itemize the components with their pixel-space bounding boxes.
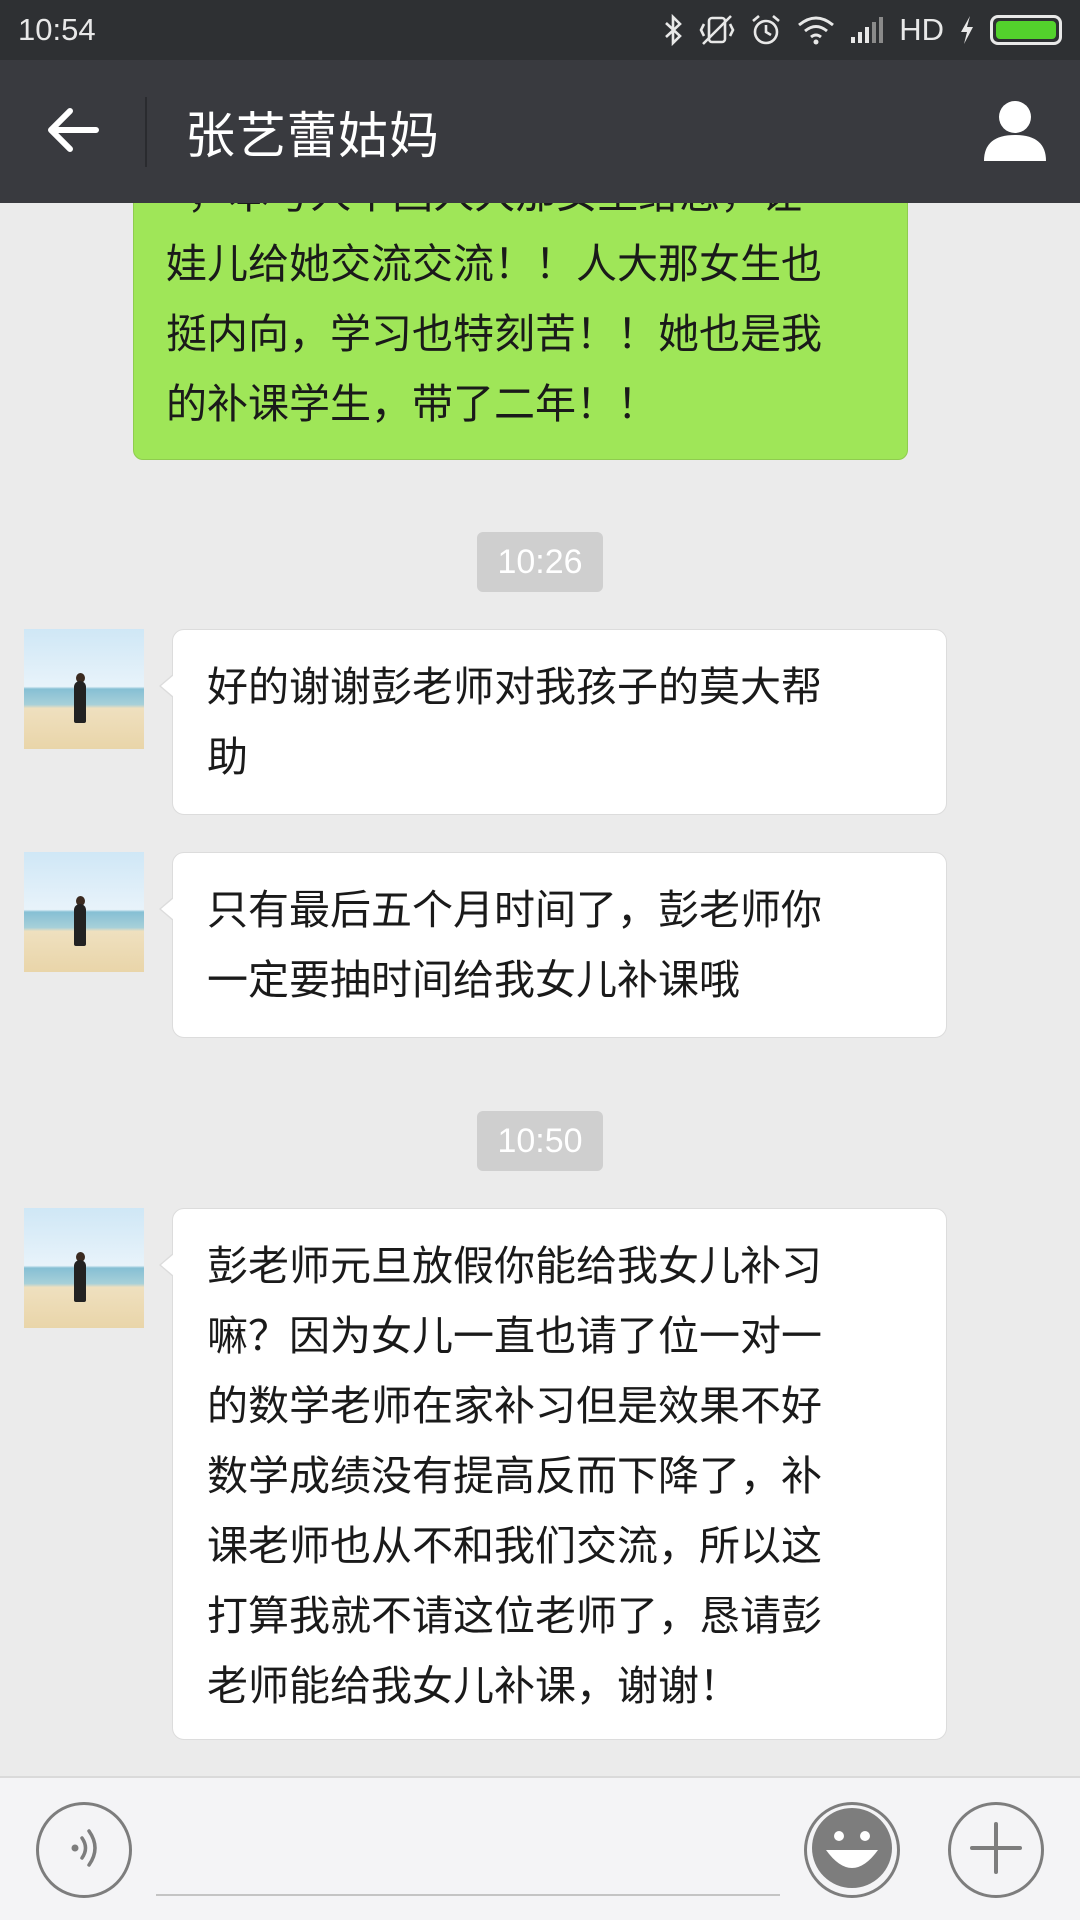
battery-icon — [990, 15, 1062, 45]
avatar-figure — [74, 904, 86, 946]
emoji-icon — [810, 1806, 894, 1894]
status-bar: 10:54 HD — [0, 0, 1080, 60]
contact-avatar[interactable] — [24, 852, 144, 972]
chat-title: 张艺蕾姑妈 — [185, 106, 440, 165]
plus-icon — [968, 1820, 1024, 1880]
contact-avatar[interactable] — [24, 1208, 144, 1328]
status-time: 10:54 — [18, 12, 96, 47]
message-line: 彭老师元旦放假你能给我女儿补习 — [207, 1242, 822, 1290]
message-line: 娃儿给她交流交流！！人大那女生也 — [166, 240, 822, 288]
signal-icon — [849, 15, 885, 45]
message-line: 嘛？因为女儿一直也请了位一对一 — [207, 1312, 822, 1360]
bluetooth-icon — [663, 14, 685, 46]
arrow-left-icon — [46, 107, 100, 157]
voice-icon — [61, 1825, 107, 1875]
contact-info-button[interactable] — [950, 60, 1080, 203]
header-divider — [145, 96, 147, 167]
incoming-message-bubble[interactable]: 好的谢谢彭老师对我孩子的莫大帮 助 — [159, 629, 947, 815]
message-line: 课老师也从不和我们交流，所以这 — [207, 1522, 822, 1570]
message-line: 助 — [207, 733, 248, 781]
charging-icon — [958, 14, 976, 46]
back-button[interactable] — [0, 60, 145, 203]
message-line: 一定要抽时间给我女儿补课哦 — [207, 956, 740, 1004]
chat-header: 张艺蕾姑妈 — [0, 60, 1080, 203]
emoji-button[interactable] — [804, 1802, 900, 1898]
network-type-label: HD — [899, 12, 944, 47]
battery-level — [996, 21, 1056, 39]
person-icon — [982, 99, 1048, 165]
more-button[interactable] — [948, 1802, 1044, 1898]
incoming-message-bubble[interactable]: 彭老师元旦放假你能给我女儿补习 嘛？因为女儿一直也请了位一对一 的数学老师在家补… — [159, 1208, 947, 1740]
avatar-figure — [74, 1260, 86, 1302]
message-line: 老师能给我女儿补课，谢谢！ — [207, 1662, 740, 1710]
message-line: 打算我就不请这位老师了，恳请彭 — [207, 1592, 822, 1640]
message-line: 数学成绩没有提高反而下降了，补 — [207, 1452, 822, 1500]
contact-avatar[interactable] — [24, 629, 144, 749]
message-timestamp: 10:50 — [477, 1111, 603, 1171]
message-line: 挺内向，学习也特刻苦！！她也是我 — [166, 310, 822, 358]
voice-button[interactable] — [36, 1802, 132, 1898]
message-input[interactable] — [156, 1894, 780, 1896]
message-list[interactable]: ”，本号人中国人大那女生给您，让 娃儿给她交流交流！！人大那女生也 挺内向，学习… — [0, 203, 1080, 1776]
alarm-icon — [749, 13, 783, 47]
message-line: 只有最后五个月时间了，彭老师你 — [207, 886, 822, 934]
message-line: 好的谢谢彭老师对我孩子的莫大帮 — [207, 663, 822, 711]
vibrate-icon — [699, 14, 735, 46]
avatar-figure — [74, 681, 86, 723]
input-bar — [0, 1776, 1080, 1920]
message-line: 的补课学生，带了二年！！ — [166, 380, 658, 428]
status-icons: HD — [663, 12, 1062, 48]
incoming-message-bubble[interactable]: 只有最后五个月时间了，彭老师你 一定要抽时间给我女儿补课哦 — [159, 852, 947, 1038]
message-line: 的数学老师在家补习但是效果不好 — [207, 1382, 822, 1430]
wifi-icon — [797, 15, 835, 45]
message-timestamp: 10:26 — [477, 532, 603, 592]
outgoing-message-bubble[interactable]: ”，本号人中国人大那女生给您，让 娃儿给她交流交流！！人大那女生也 挺内向，学习… — [133, 203, 908, 460]
message-line: ”，本号人中国人大那女生给您，让 — [166, 203, 822, 229]
